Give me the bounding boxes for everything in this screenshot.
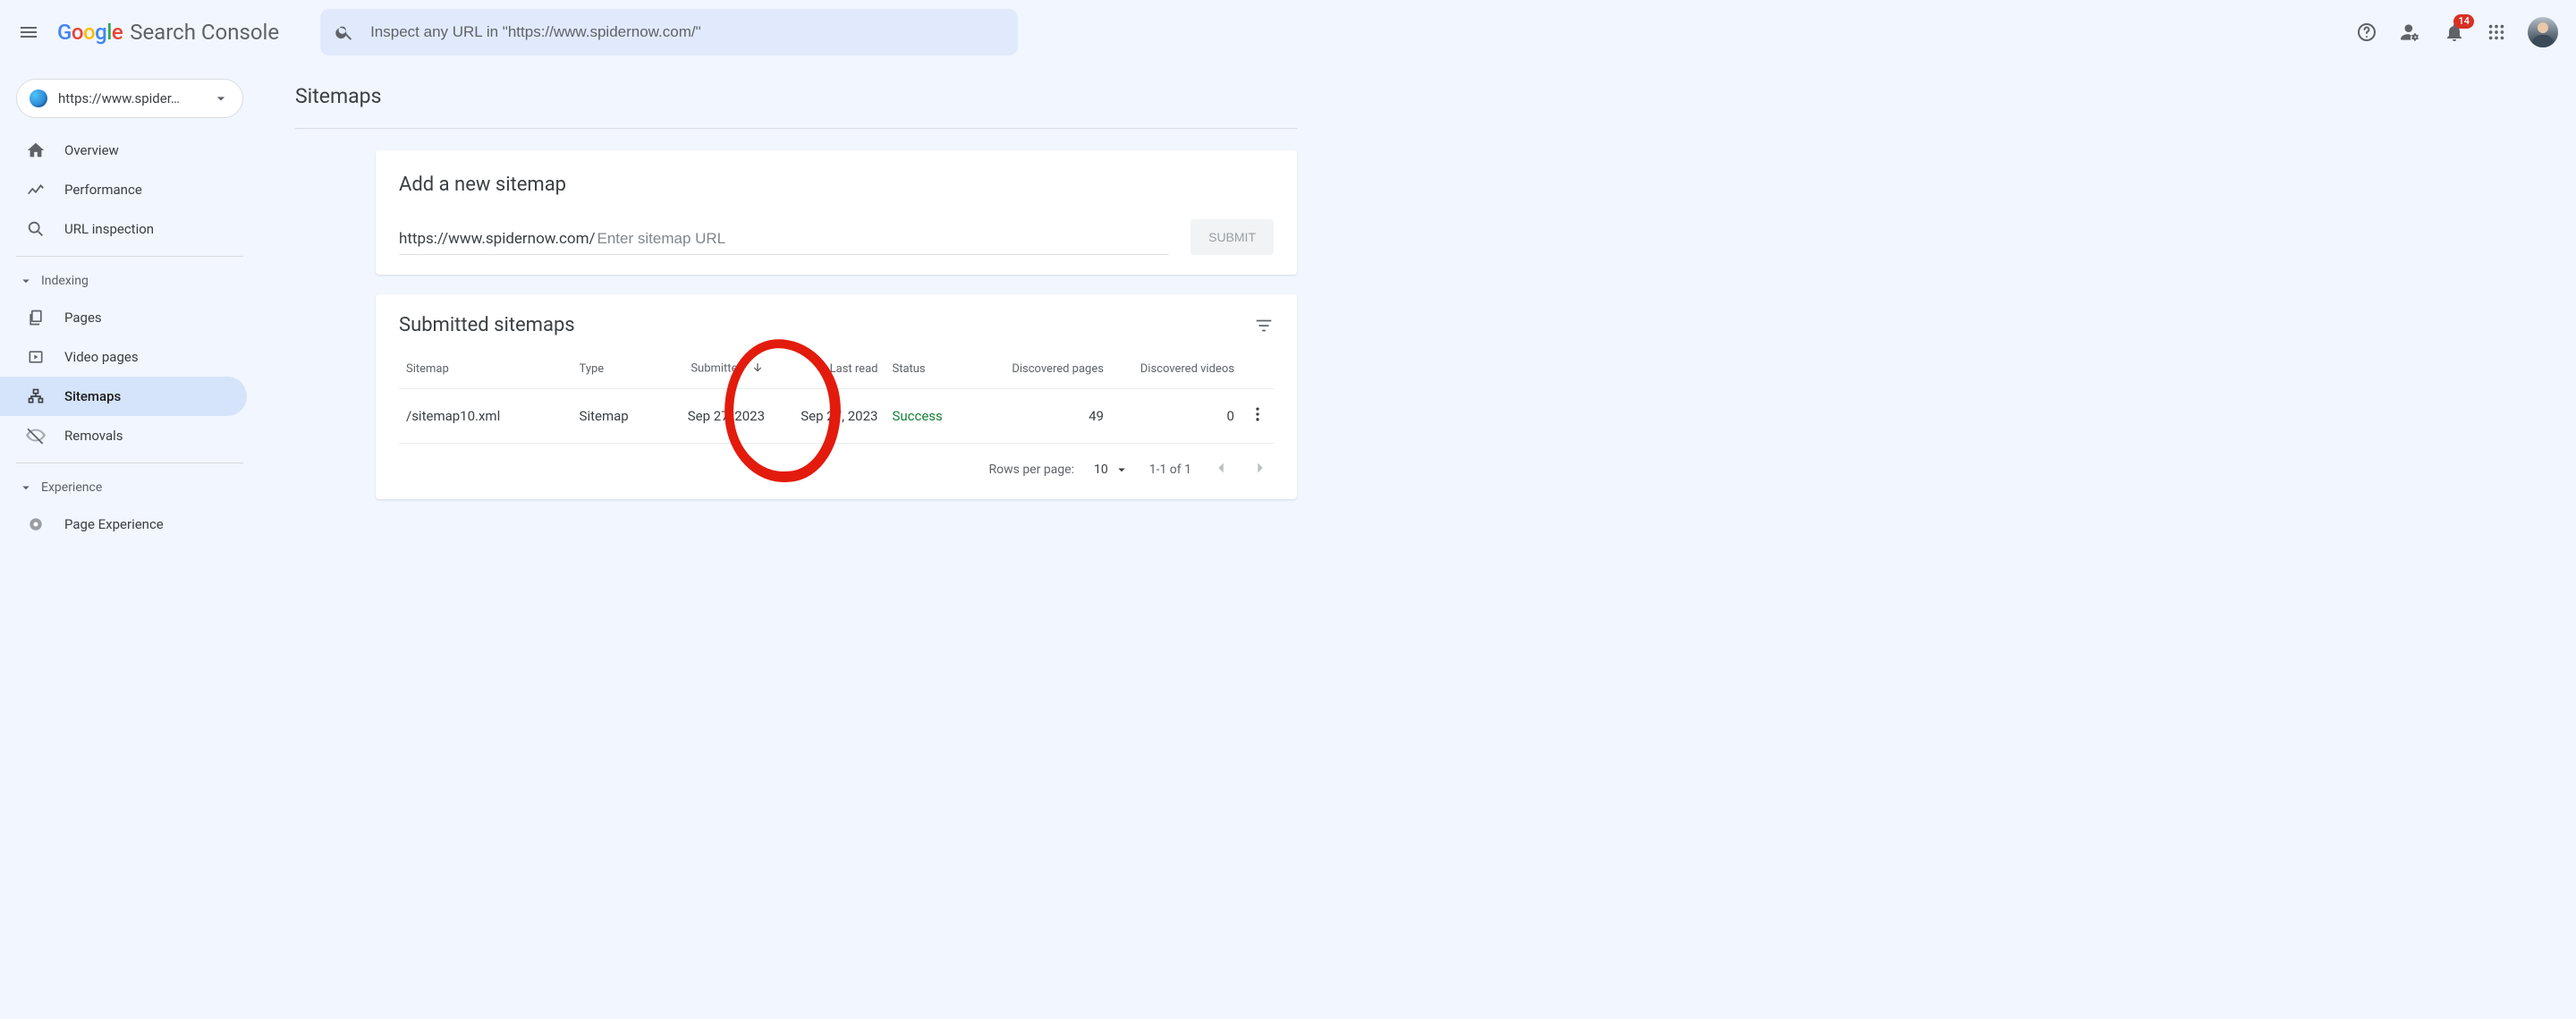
- sitemap-url-field[interactable]: https://www.spidernow.com/: [399, 229, 1169, 255]
- chevron-left-icon: [1211, 458, 1231, 478]
- col-sitemap[interactable]: Sitemap: [399, 349, 572, 389]
- google-wordmark: Google: [57, 20, 123, 45]
- page-title: Sitemaps: [295, 84, 381, 108]
- sidebar-group-label: Indexing: [41, 274, 89, 288]
- table-pager: Rows per page: 10 1-1 of 1: [399, 444, 1274, 499]
- notification-badge: 14: [2453, 14, 2474, 29]
- col-last-read[interactable]: Last read: [772, 349, 885, 389]
- sidebar-item-overview[interactable]: Overview: [0, 131, 247, 170]
- url-inspect-search[interactable]: [320, 9, 1018, 55]
- sidebar-item-label: Removals: [64, 428, 123, 444]
- home-icon: [25, 140, 47, 160]
- more-vert-icon: [1249, 405, 1267, 423]
- cell-sitemap: /sitemap10.xml: [399, 389, 572, 444]
- pager-prev[interactable]: [1211, 458, 1231, 481]
- pages-icon: [25, 309, 47, 327]
- sidebar-item-page-experience[interactable]: Page Experience: [0, 505, 247, 544]
- chevron-down-icon: [18, 273, 34, 289]
- trend-icon: [25, 180, 47, 200]
- apps-button[interactable]: [2487, 22, 2506, 42]
- help-icon: [2356, 21, 2377, 43]
- cell-disc-pages: 49: [980, 389, 1111, 444]
- col-status[interactable]: Status: [885, 349, 980, 389]
- sidebar-item-video-pages[interactable]: Video pages: [0, 337, 247, 377]
- cell-last-read: Sep 27, 2023: [772, 389, 885, 444]
- chevron-down-icon: [18, 480, 34, 496]
- sidebar: https://www.spider… Overview Performance…: [0, 64, 259, 565]
- rows-per-page-label: Rows per page:: [988, 463, 1073, 477]
- menu-button[interactable]: [7, 11, 50, 54]
- sidebar-item-removals[interactable]: Removals: [0, 416, 247, 455]
- submitted-sitemaps-card: Submitted sitemaps Sitemap Type Submitte…: [376, 294, 1297, 499]
- row-menu-button[interactable]: [1241, 389, 1274, 444]
- sidebar-item-label: URL inspection: [64, 221, 154, 237]
- divider: [16, 256, 243, 257]
- sitemap-url-prefix: https://www.spidernow.com/: [399, 230, 596, 248]
- url-inspect-input[interactable]: [369, 22, 1004, 42]
- sidebar-item-label: Video pages: [64, 349, 139, 365]
- video-icon: [25, 348, 47, 366]
- sidebar-item-label: Pages: [64, 310, 102, 326]
- notifications-button[interactable]: 14: [2444, 21, 2465, 43]
- users-settings-button[interactable]: [2399, 21, 2422, 44]
- arrow-down-icon: [750, 361, 765, 376]
- chevron-right-icon: [1250, 458, 1270, 478]
- cell-submitted: Sep 27, 2023: [659, 389, 772, 444]
- add-sitemap-title: Add a new sitemap: [399, 174, 1274, 196]
- sidebar-group-indexing[interactable]: Indexing: [0, 264, 259, 298]
- sitemap-url-input[interactable]: [596, 229, 1170, 249]
- sidebar-item-label: Page Experience: [64, 516, 164, 532]
- col-submitted[interactable]: Submitted: [659, 349, 772, 389]
- chevron-down-icon: [212, 89, 230, 107]
- submit-button[interactable]: SUBMIT: [1191, 219, 1274, 255]
- pager-next[interactable]: [1250, 458, 1270, 481]
- sidebar-item-url-inspection[interactable]: URL inspection: [0, 209, 247, 249]
- sidebar-item-sitemaps[interactable]: Sitemaps: [0, 377, 247, 416]
- pager-range: 1-1 of 1: [1149, 463, 1191, 477]
- search-icon: [335, 22, 354, 42]
- col-disc-videos[interactable]: Discovered videos: [1111, 349, 1241, 389]
- account-avatar[interactable]: [2528, 17, 2558, 47]
- apps-grid-icon: [2487, 22, 2506, 42]
- cell-type: Sitemap: [572, 389, 659, 444]
- search-icon: [25, 219, 47, 239]
- chevron-down-icon: [1114, 462, 1130, 478]
- filter-button[interactable]: [1254, 316, 1274, 335]
- help-button[interactable]: [2356, 21, 2377, 43]
- circle-icon: [25, 515, 47, 533]
- product-name: Search Console: [130, 20, 279, 45]
- product-logo[interactable]: Google Search Console: [57, 20, 279, 45]
- content: Sitemaps Add a new sitemap https://www.s…: [259, 64, 1333, 555]
- filter-icon: [1254, 316, 1274, 335]
- sidebar-item-pages[interactable]: Pages: [0, 298, 247, 337]
- sidebar-item-label: Sitemaps: [64, 388, 121, 404]
- sidebar-item-performance[interactable]: Performance: [0, 170, 247, 209]
- sitemaps-table: Sitemap Type Submitted Last read Status …: [399, 349, 1274, 444]
- add-sitemap-card: Add a new sitemap https://www.spidernow.…: [376, 150, 1297, 275]
- sidebar-item-label: Performance: [64, 182, 142, 198]
- col-type[interactable]: Type: [572, 349, 659, 389]
- user-gear-icon: [2399, 21, 2422, 44]
- submitted-sitemaps-title: Submitted sitemaps: [399, 314, 1254, 336]
- cell-disc-videos: 0: [1111, 389, 1241, 444]
- sidebar-item-label: Overview: [64, 142, 119, 158]
- rows-per-page-select[interactable]: 10: [1094, 462, 1130, 478]
- hide-icon: [25, 426, 47, 446]
- property-selector[interactable]: https://www.spider…: [16, 79, 243, 118]
- sidebar-group-experience[interactable]: Experience: [0, 471, 259, 505]
- table-row[interactable]: /sitemap10.xml Sitemap Sep 27, 2023 Sep …: [399, 389, 1274, 444]
- col-disc-pages[interactable]: Discovered pages: [980, 349, 1111, 389]
- property-label: https://www.spider…: [58, 90, 212, 106]
- sidebar-group-label: Experience: [41, 480, 102, 495]
- cell-status: Success: [885, 389, 980, 444]
- globe-icon: [30, 89, 47, 107]
- sitemap-icon: [25, 387, 47, 405]
